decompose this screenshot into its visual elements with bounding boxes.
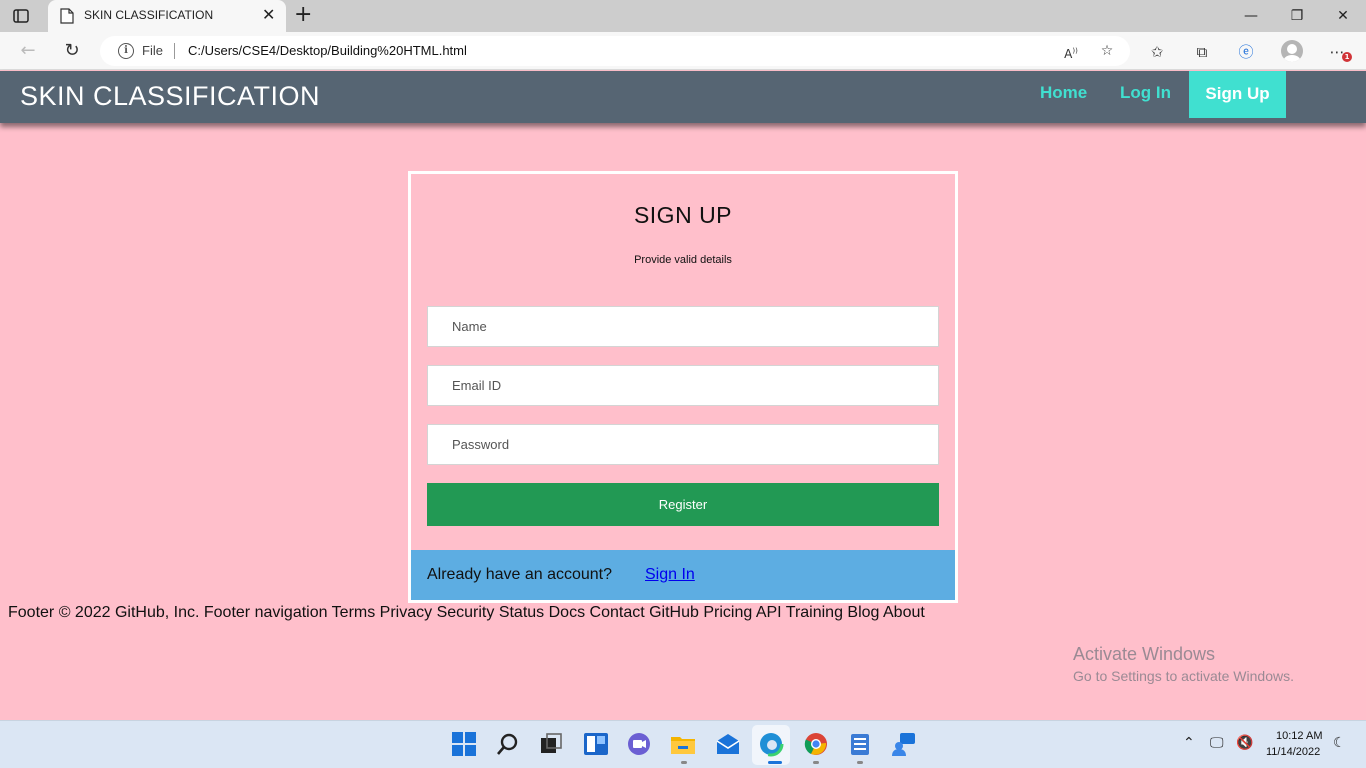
signin-link[interactable]: Sign In xyxy=(645,566,695,584)
running-indicator xyxy=(813,761,819,764)
read-aloud-icon[interactable]: A)) xyxy=(1062,42,1080,61)
info-icon[interactable]: i xyxy=(118,43,134,59)
url-text[interactable]: C:/Users/CSE4/Desktop/Building%20HTML.ht… xyxy=(188,43,467,58)
browser-tab-bar: SKIN CLASSIFICATION ✕ + — ❐ ✕ xyxy=(0,0,1366,32)
nav-login-link[interactable]: Log In xyxy=(1120,83,1171,103)
separator xyxy=(174,43,175,59)
collections-icon[interactable]: ⧉ xyxy=(1192,42,1212,62)
file-label: File xyxy=(142,43,163,58)
new-tab-icon[interactable]: + xyxy=(294,4,312,26)
restore-icon[interactable]: ❐ xyxy=(1287,6,1307,26)
start-icon[interactable] xyxy=(451,731,477,757)
mail-icon[interactable] xyxy=(715,731,741,757)
ie-mode-icon[interactable]: ⓔ xyxy=(1236,42,1256,62)
add-favorite-icon[interactable]: ☆ xyxy=(1098,42,1116,60)
running-indicator xyxy=(681,761,687,764)
site-brand[interactable]: SKIN CLASSIFICATION xyxy=(20,81,320,112)
windows-taskbar: ⌃ 🖵 🔇 10:12 AM 11/14/2022 ☾ xyxy=(0,720,1366,768)
chevron-up-icon[interactable]: ⌃ xyxy=(1183,735,1195,751)
tab-actions-icon[interactable] xyxy=(12,7,30,25)
signin-prompt: Already have an account? xyxy=(427,566,613,583)
address-bar[interactable]: i File C:/Users/CSE4/Desktop/Building%20… xyxy=(100,36,1130,66)
clock-time[interactable]: 10:12 AM xyxy=(1276,730,1322,742)
clock-date[interactable]: 11/14/2022 xyxy=(1266,746,1320,758)
running-indicator xyxy=(768,761,782,764)
browser-tab[interactable]: SKIN CLASSIFICATION ✕ xyxy=(48,0,286,32)
page-footer: Footer © 2022 GitHub, Inc. Footer naviga… xyxy=(8,604,925,621)
remote-assist-icon[interactable] xyxy=(891,731,917,757)
task-view-icon[interactable] xyxy=(538,731,564,757)
favorites-icon[interactable]: ✩ xyxy=(1147,42,1167,62)
page-icon xyxy=(60,8,74,24)
activation-watermark-text: Go to Settings to activate Windows. xyxy=(1073,668,1294,684)
widgets-icon[interactable] xyxy=(583,731,609,757)
name-field[interactable] xyxy=(427,306,939,347)
nav-home-link[interactable]: Home xyxy=(1040,83,1087,103)
email-field[interactable] xyxy=(427,365,939,406)
register-button[interactable]: Register xyxy=(427,483,939,526)
nav-signup-button[interactable]: Sign Up xyxy=(1189,71,1286,118)
site-navbar: SKIN CLASSIFICATION Home Log In Sign Up xyxy=(0,71,1366,123)
back-icon[interactable]: ← xyxy=(17,40,39,62)
tab-title: SKIN CLASSIFICATION xyxy=(84,8,214,22)
address-toolbar: ← ↻ i File C:/Users/CSE4/Desktop/Buildin… xyxy=(0,32,1366,70)
notepad-icon[interactable] xyxy=(847,731,873,757)
edge-icon[interactable] xyxy=(758,731,784,757)
password-field[interactable] xyxy=(427,424,939,465)
volume-icon[interactable]: 🔇 xyxy=(1236,735,1253,751)
activation-watermark-title: Activate Windows xyxy=(1073,644,1216,664)
search-icon[interactable] xyxy=(495,731,521,757)
network-icon[interactable]: 🖵 xyxy=(1210,735,1224,751)
file-explorer-icon[interactable] xyxy=(670,731,696,757)
signin-bar: Already have an account? Sign In xyxy=(411,550,955,600)
notification-badge: 1 xyxy=(1342,52,1352,62)
close-window-icon[interactable]: ✕ xyxy=(1333,6,1353,26)
refresh-icon[interactable]: ↻ xyxy=(61,40,83,62)
minimize-icon[interactable]: — xyxy=(1241,6,1261,26)
chrome-icon[interactable] xyxy=(803,731,829,757)
close-tab-icon[interactable]: ✕ xyxy=(262,6,275,24)
teams-chat-icon[interactable] xyxy=(626,731,652,757)
signup-card: SIGN UP Provide valid details Register A… xyxy=(408,171,958,603)
running-indicator xyxy=(857,761,863,764)
focus-assist-icon[interactable]: ☾ xyxy=(1333,735,1346,751)
form-subtitle: Provide valid details xyxy=(634,254,732,266)
profile-avatar[interactable] xyxy=(1281,40,1303,62)
form-title: SIGN UP xyxy=(633,202,733,228)
